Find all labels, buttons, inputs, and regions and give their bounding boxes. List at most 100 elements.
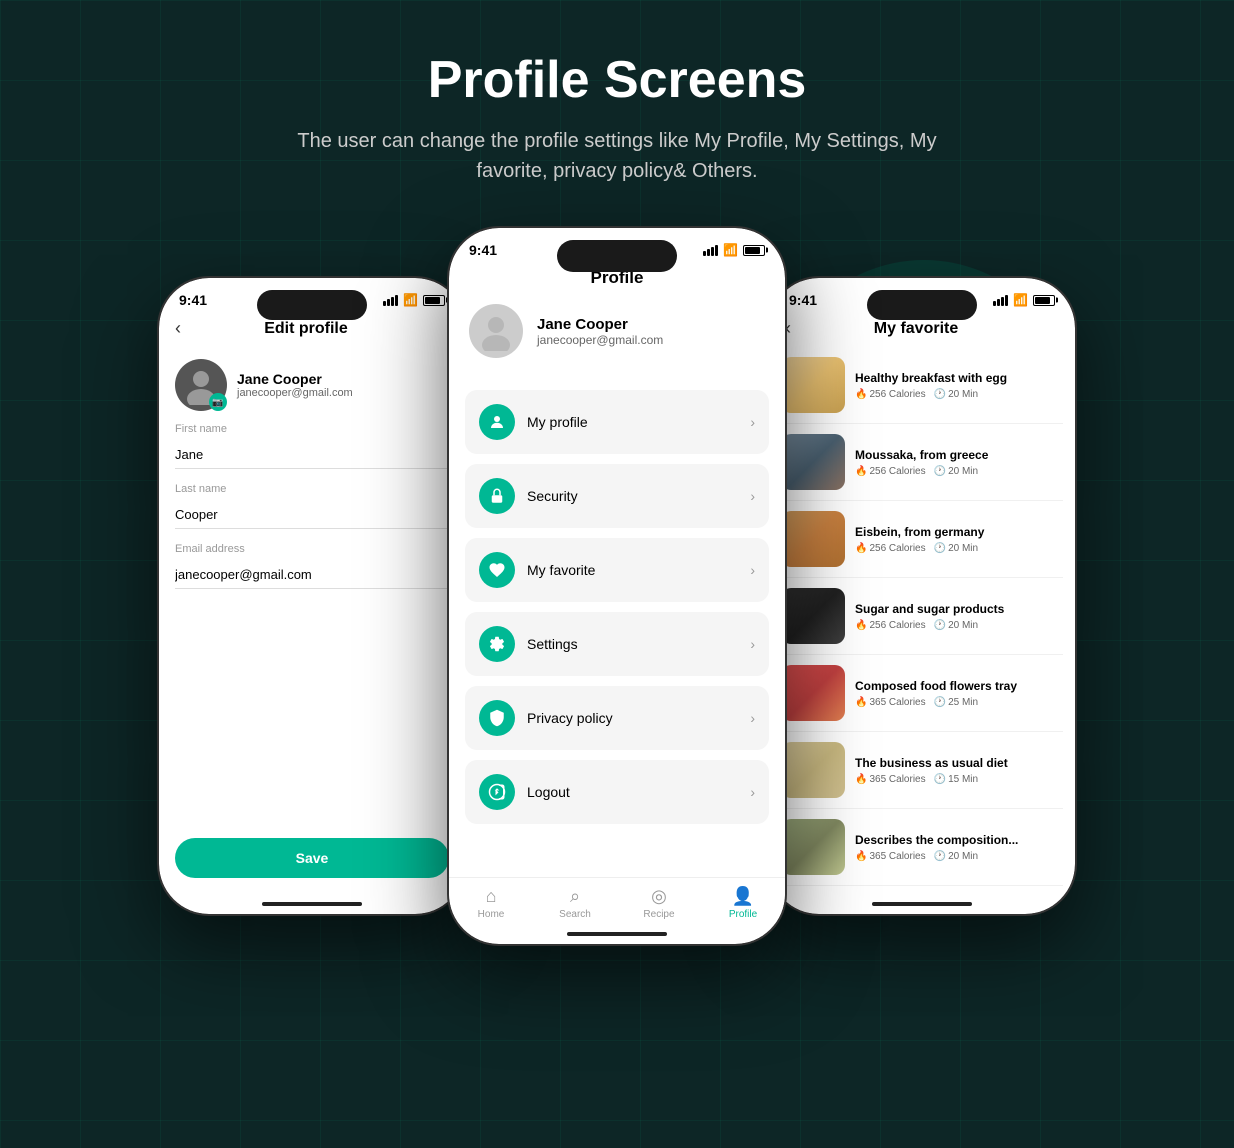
avatar-wrap: 📷 xyxy=(175,359,227,411)
wifi-icon-center: 📶 xyxy=(723,243,738,257)
profile-user-name: Jane Cooper xyxy=(537,316,663,333)
phone-right: 9:41 📶 ‹ My favorite xyxy=(767,276,1077,916)
battery-icon-center xyxy=(743,245,765,256)
calories-4: 🔥256 Calories xyxy=(855,620,926,631)
recipe-item-5[interactable]: Composed food flowers tray 🔥365 Calories… xyxy=(781,655,1063,732)
save-button[interactable]: Save xyxy=(175,838,449,878)
profile-avatar xyxy=(469,304,523,358)
recipe-info-6: The business as usual diet 🔥365 Calories… xyxy=(855,756,1063,785)
recipe-thumb-7 xyxy=(781,819,845,875)
recipe-meta-6: 🔥365 Calories 🕐15 Min xyxy=(855,774,1063,785)
email-input[interactable] xyxy=(175,559,449,589)
home-nav-icon: ⌂ xyxy=(486,886,497,907)
recipe-item-2[interactable]: Moussaka, from greece 🔥256 Calories 🕐20 … xyxy=(781,424,1063,501)
profile-nav-label: Profile xyxy=(729,909,757,920)
logout-icon xyxy=(479,774,515,810)
menu-item-security[interactable]: Security › xyxy=(465,464,769,528)
recipe-name-2: Moussaka, from greece xyxy=(855,448,1063,462)
search-nav-label: Search xyxy=(559,909,591,920)
recipe-meta-1: 🔥256 Calories 🕐20 Min xyxy=(855,389,1063,400)
recipe-item-4[interactable]: Sugar and sugar products 🔥256 Calories 🕐… xyxy=(781,578,1063,655)
avatar-info: Jane Cooper janecooper@gmail.com xyxy=(237,371,353,399)
favorite-screen: 9:41 📶 ‹ My favorite xyxy=(769,278,1075,914)
recipe-name-4: Sugar and sugar products xyxy=(855,602,1063,616)
nav-recipe[interactable]: ◎ Recipe xyxy=(617,886,701,920)
home-indicator-left xyxy=(159,894,465,914)
menu-item-my-favorite[interactable]: My favorite › xyxy=(465,538,769,602)
recipe-info-7: Describes the composition... 🔥365 Calori… xyxy=(855,833,1063,862)
recipe-name-5: Composed food flowers tray xyxy=(855,679,1063,693)
menu-list: My profile › Security › xyxy=(449,390,785,877)
nav-profile[interactable]: 👤 Profile xyxy=(701,886,785,920)
menu-item-my-profile[interactable]: My profile › xyxy=(465,390,769,454)
profile-screen: 9:41 📶 Profile xyxy=(449,228,785,944)
recipe-nav-label: Recipe xyxy=(643,909,674,920)
recipe-name-6: The business as usual diet xyxy=(855,756,1063,770)
wifi-icon: 📶 xyxy=(403,293,418,307)
recipe-meta-2: 🔥256 Calories 🕐20 Min xyxy=(855,466,1063,477)
calories-2: 🔥256 Calories xyxy=(855,466,926,477)
dynamic-island-right xyxy=(867,290,977,320)
recipe-meta-3: 🔥256 Calories 🕐20 Min xyxy=(855,543,1063,554)
back-button[interactable]: ‹ xyxy=(175,318,181,339)
last-name-field: Last name xyxy=(175,483,449,529)
page-title: Profile Screens xyxy=(267,50,967,110)
recipe-item-3[interactable]: Eisbein, from germany 🔥256 Calories 🕐20 … xyxy=(781,501,1063,578)
home-indicator-center xyxy=(449,924,785,944)
dynamic-island-center xyxy=(557,240,677,272)
header: Profile Screens The user can change the … xyxy=(247,0,987,226)
recipe-meta-7: 🔥365 Calories 🕐20 Min xyxy=(855,851,1063,862)
recipe-meta-5: 🔥365 Calories 🕐25 Min xyxy=(855,697,1063,708)
my-profile-chevron: › xyxy=(750,414,755,430)
recipe-info-3: Eisbein, from germany 🔥256 Calories 🕐20 … xyxy=(855,525,1063,554)
menu-item-privacy-policy[interactable]: Privacy policy › xyxy=(465,686,769,750)
recipe-list: Healthy breakfast with egg 🔥256 Calories… xyxy=(769,347,1075,894)
recipe-item-1[interactable]: Healthy breakfast with egg 🔥256 Calories… xyxy=(781,347,1063,424)
recipe-name-3: Eisbein, from germany xyxy=(855,525,1063,539)
privacy-policy-chevron: › xyxy=(750,710,755,726)
time-3: 🕐20 Min xyxy=(934,543,978,554)
signal-icon-right xyxy=(993,295,1008,306)
recipe-info-1: Healthy breakfast with egg 🔥256 Calories… xyxy=(855,371,1063,400)
phone-left: 9:41 📶 ‹ Edit profile xyxy=(157,276,467,916)
home-nav-label: Home xyxy=(478,909,505,920)
privacy-policy-icon xyxy=(479,700,515,736)
last-name-label: Last name xyxy=(175,483,449,495)
signal-icon-center xyxy=(703,245,718,256)
menu-item-logout[interactable]: Logout › xyxy=(465,760,769,824)
phones-container: 9:41 📶 ‹ Edit profile xyxy=(157,226,1077,966)
security-icon xyxy=(479,478,515,514)
recipe-item-7[interactable]: Describes the composition... 🔥365 Calori… xyxy=(781,809,1063,886)
first-name-label: First name xyxy=(175,423,449,435)
status-time-right: 9:41 xyxy=(789,292,817,308)
recipe-item-6[interactable]: The business as usual diet 🔥365 Calories… xyxy=(781,732,1063,809)
nav-home[interactable]: ⌂ Home xyxy=(449,886,533,920)
avatar-section: 📷 Jane Cooper janecooper@gmail.com xyxy=(159,347,465,423)
phone-center: 9:41 📶 Profile xyxy=(447,226,787,946)
recipe-thumb-2 xyxy=(781,434,845,490)
calories-7: 🔥365 Calories xyxy=(855,851,926,862)
recipe-info-4: Sugar and sugar products 🔥256 Calories 🕐… xyxy=(855,602,1063,631)
nav-search[interactable]: ⌕ Search xyxy=(533,886,617,920)
time-5: 🕐25 Min xyxy=(934,697,978,708)
settings-chevron: › xyxy=(750,636,755,652)
recipe-info-5: Composed food flowers tray 🔥365 Calories… xyxy=(855,679,1063,708)
settings-label: Settings xyxy=(527,636,750,652)
recipe-thumb-5 xyxy=(781,665,845,721)
ep-title: Edit profile xyxy=(189,320,423,338)
recipe-thumb-1 xyxy=(781,357,845,413)
my-favorite-icon xyxy=(479,552,515,588)
dynamic-island-left xyxy=(257,290,367,320)
last-name-input[interactable] xyxy=(175,499,449,529)
form-section: First name Last name Email address xyxy=(159,423,465,822)
menu-item-settings[interactable]: Settings › xyxy=(465,612,769,676)
profile-user-row: Jane Cooper janecooper@gmail.com xyxy=(469,304,765,374)
first-name-input[interactable] xyxy=(175,439,449,469)
recipe-thumb-6 xyxy=(781,742,845,798)
battery-icon xyxy=(423,295,445,306)
recipe-info-2: Moussaka, from greece 🔥256 Calories 🕐20 … xyxy=(855,448,1063,477)
camera-icon[interactable]: 📷 xyxy=(209,393,227,411)
calories-5: 🔥365 Calories xyxy=(855,697,926,708)
recipe-thumb-4 xyxy=(781,588,845,644)
calories-3: 🔥256 Calories xyxy=(855,543,926,554)
